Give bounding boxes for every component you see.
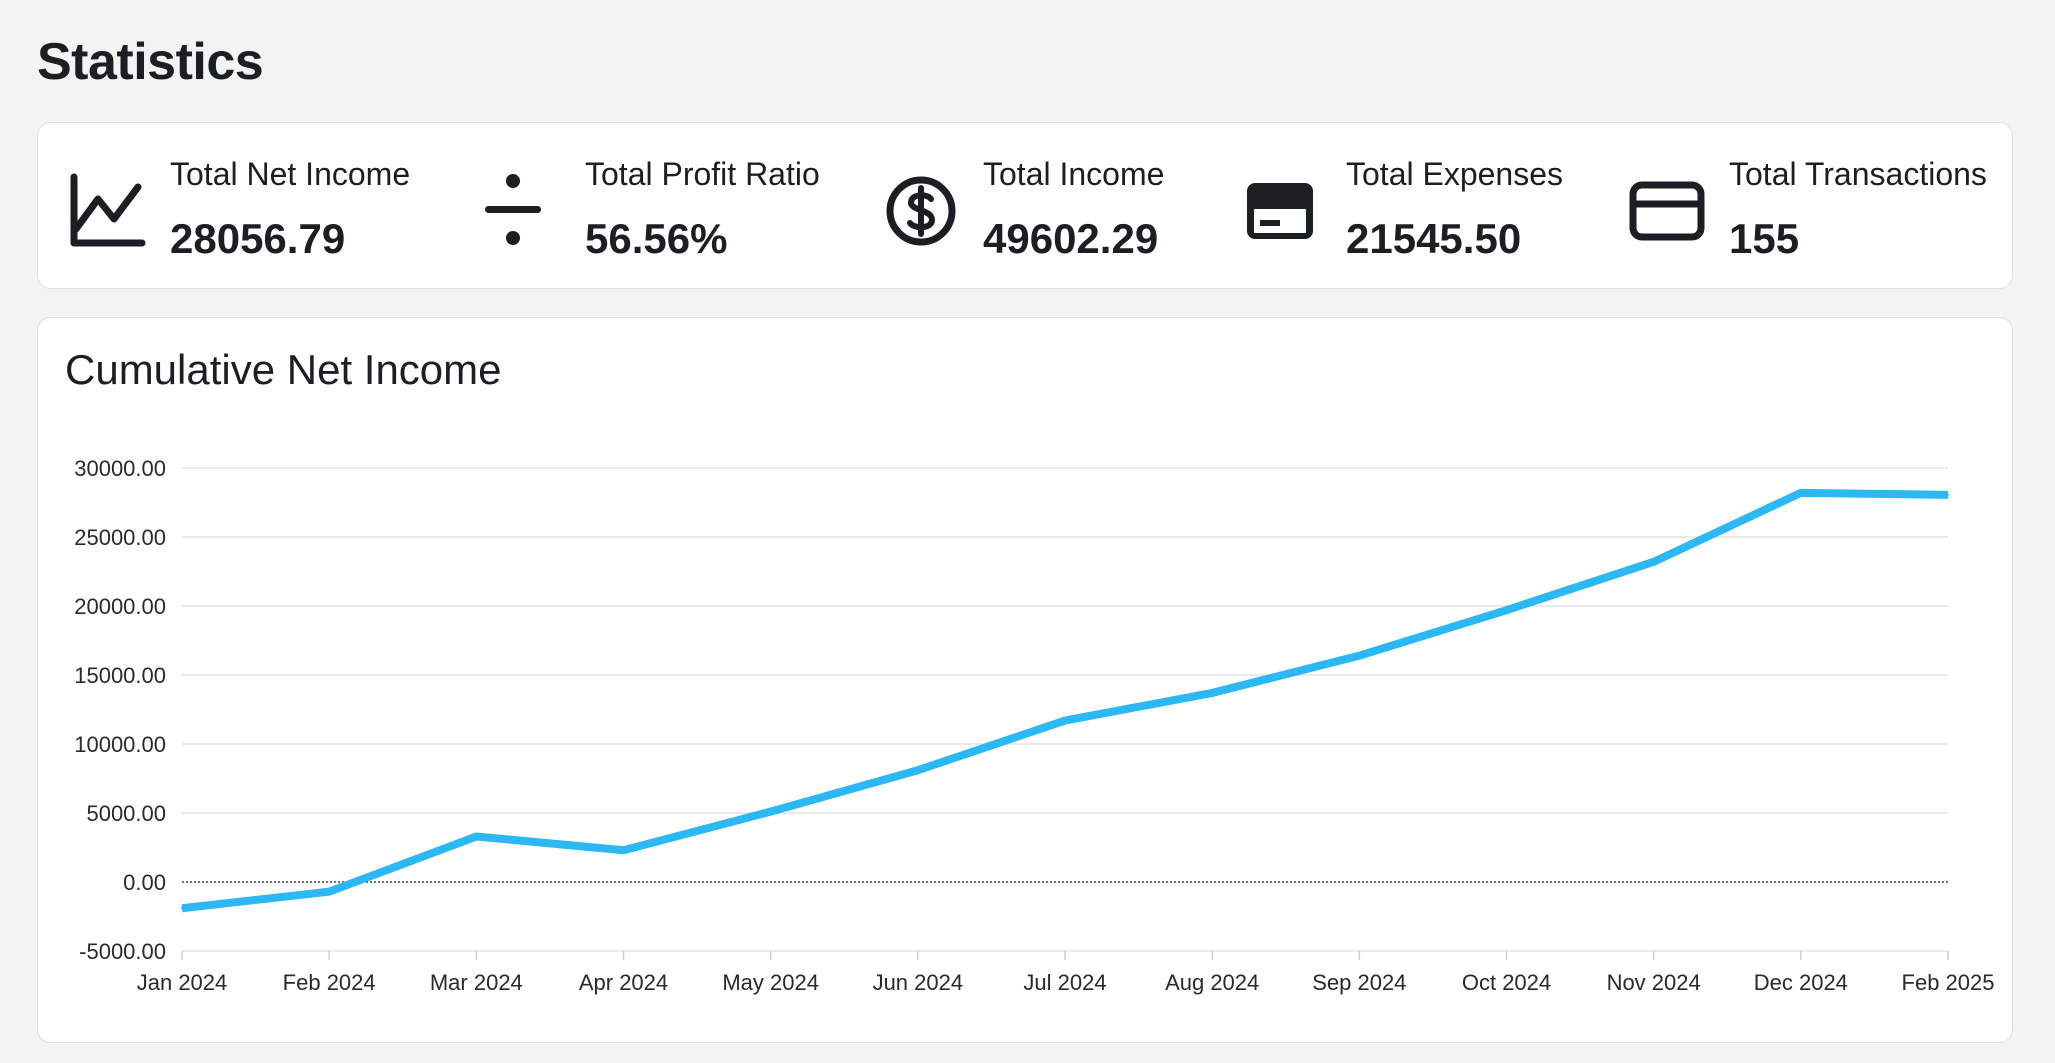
stat-value: 56.56% [585, 215, 728, 262]
y-tick-label: 5000.00 [86, 801, 166, 826]
series-line [181, 488, 1949, 913]
y-tick-label: 30000.00 [74, 456, 166, 481]
cumulative-net-income-card: Cumulative Net Income -5000.00 0.00 5000.0… [37, 317, 2013, 1043]
stats-summary-card: Total Net Income 28056.79 Total Profit R… [37, 122, 2013, 289]
stat-label: Total Income [983, 156, 1165, 192]
stat-label: Total Profit Ratio [585, 156, 820, 192]
x-tick-label: Mar 2024 [430, 970, 523, 995]
dollar-circle-icon [886, 176, 956, 246]
data-point [328, 890, 331, 893]
y-tick-label: 15000.00 [74, 663, 166, 688]
data-point [1358, 654, 1361, 657]
x-tick-label: Dec 2024 [1754, 970, 1848, 995]
x-tick-label: Jan 2024 [137, 970, 228, 995]
stat-value: 155 [1729, 215, 1800, 262]
x-tick-label: Jul 2024 [1023, 970, 1106, 995]
data-point [769, 810, 772, 813]
divide-icon [485, 174, 541, 245]
x-tick-label: Feb 2024 [283, 970, 376, 995]
y-tick-label: 0.00 [123, 870, 166, 895]
data-point [622, 849, 625, 852]
y-tick-label: 20000.00 [74, 594, 166, 619]
y-tick-label: -5000.00 [79, 939, 166, 964]
trending-chart-icon [70, 173, 146, 247]
credit-card-filled-icon [1247, 183, 1313, 239]
x-tick-label: Jun 2024 [873, 970, 964, 995]
stat-label: Total Expenses [1346, 156, 1564, 192]
x-tick-label: May 2024 [722, 970, 819, 995]
stat-value: 21545.50 [1346, 215, 1522, 262]
data-point [916, 769, 919, 772]
data-point [1505, 609, 1508, 612]
data-point [1064, 719, 1066, 722]
x-tick-label: Feb 2025 [1902, 970, 1995, 995]
stat-label: Total Transactions [1729, 156, 1987, 192]
y-tick-label: 25000.00 [74, 525, 166, 550]
data-point [1947, 493, 1949, 496]
x-tick-label: Nov 2024 [1607, 970, 1701, 995]
data-point [1652, 560, 1655, 563]
page-title: Statistics [37, 33, 264, 91]
x-tick-label: Apr 2024 [579, 970, 668, 995]
stat-label: Total Net Income [170, 156, 411, 192]
x-tick-label: Aug 2024 [1165, 970, 1259, 995]
x-tick-label: Oct 2024 [1462, 970, 1551, 995]
y-tick-label: 10000.00 [74, 732, 166, 757]
data-point [181, 907, 183, 910]
stat-value: 49602.29 [983, 215, 1159, 262]
x-tick-label: Sep 2024 [1312, 970, 1406, 995]
data-point [475, 835, 478, 838]
data-point [1211, 691, 1214, 694]
data-point [1799, 491, 1802, 494]
credit-card-outline-icon [1629, 181, 1705, 241]
stat-value: 28056.79 [170, 215, 346, 262]
line-chart: -5000.00 0.00 5000.00 10000.00 15000.00 20000… [74, 456, 1995, 995]
